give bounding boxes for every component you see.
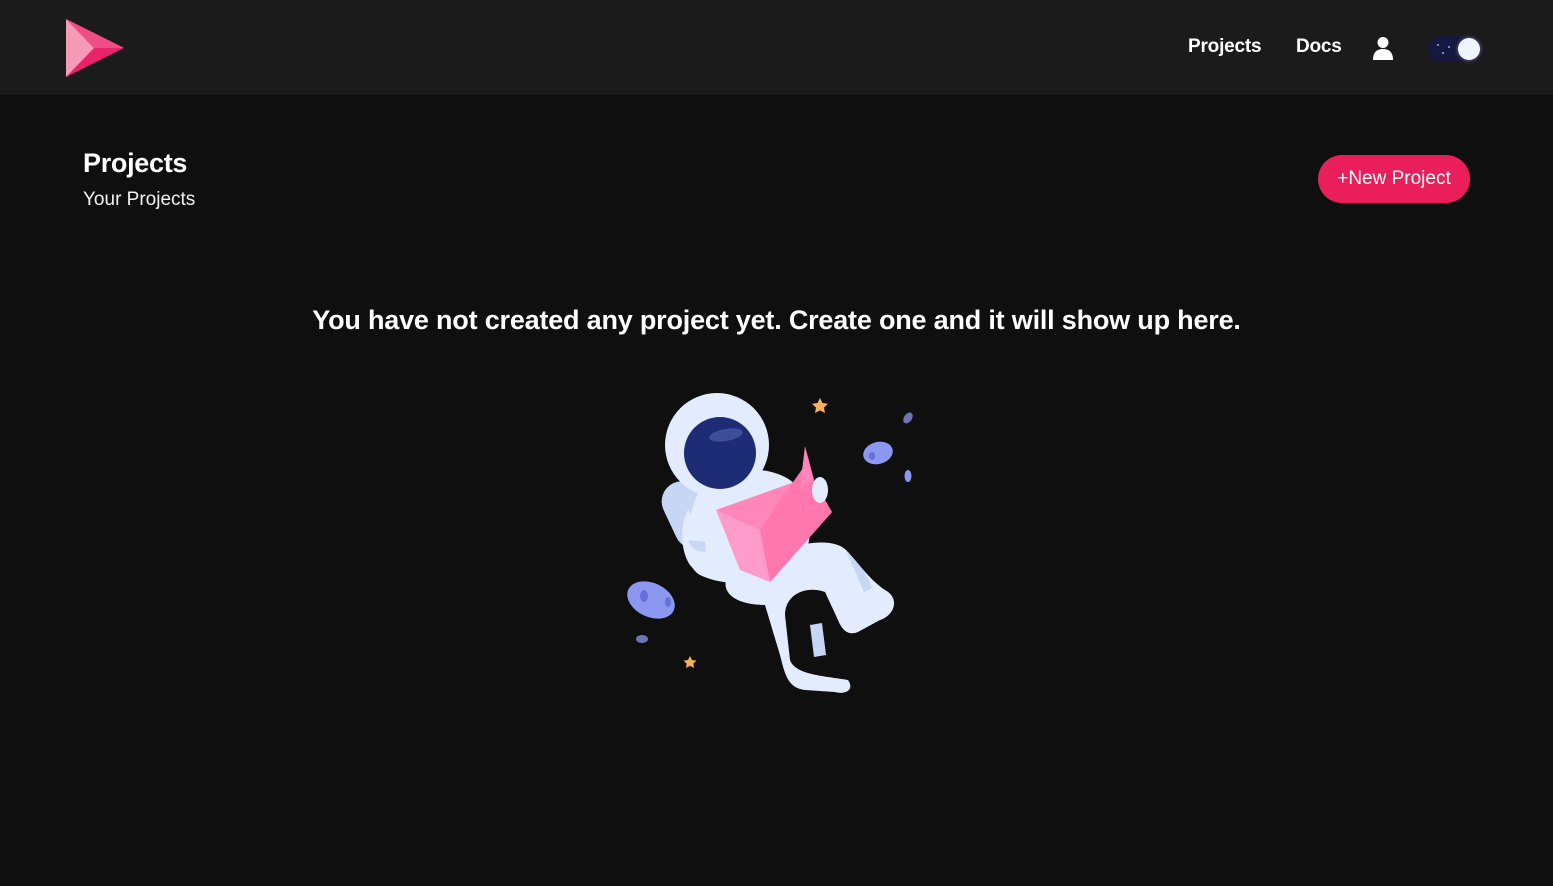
rock-icon: [904, 470, 912, 482]
play-logo-icon[interactable]: [64, 17, 126, 79]
theme-toggle[interactable]: [1428, 36, 1482, 62]
nav-link-projects[interactable]: Projects: [1188, 36, 1262, 58]
empty-state-message: You have not created any project yet. Cr…: [312, 305, 1241, 335]
nav-link-docs[interactable]: Docs: [1296, 36, 1342, 58]
top-navbar: Projects Docs: [0, 0, 1553, 95]
rock-icon: [636, 635, 648, 643]
rock-icon: [863, 441, 893, 465]
star-icon: [683, 656, 697, 668]
page-subtitle: Your Projects: [83, 189, 196, 210]
page-title: Projects: [83, 148, 188, 178]
rock-icon: [903, 412, 913, 424]
user-icon[interactable]: [1372, 36, 1394, 60]
rock-icon: [627, 581, 675, 619]
toggle-knob: [1458, 38, 1480, 60]
star-icon: [812, 398, 828, 413]
astronaut-reading-illustration: [627, 393, 913, 693]
new-project-button[interactable]: +New Project: [1318, 155, 1470, 203]
